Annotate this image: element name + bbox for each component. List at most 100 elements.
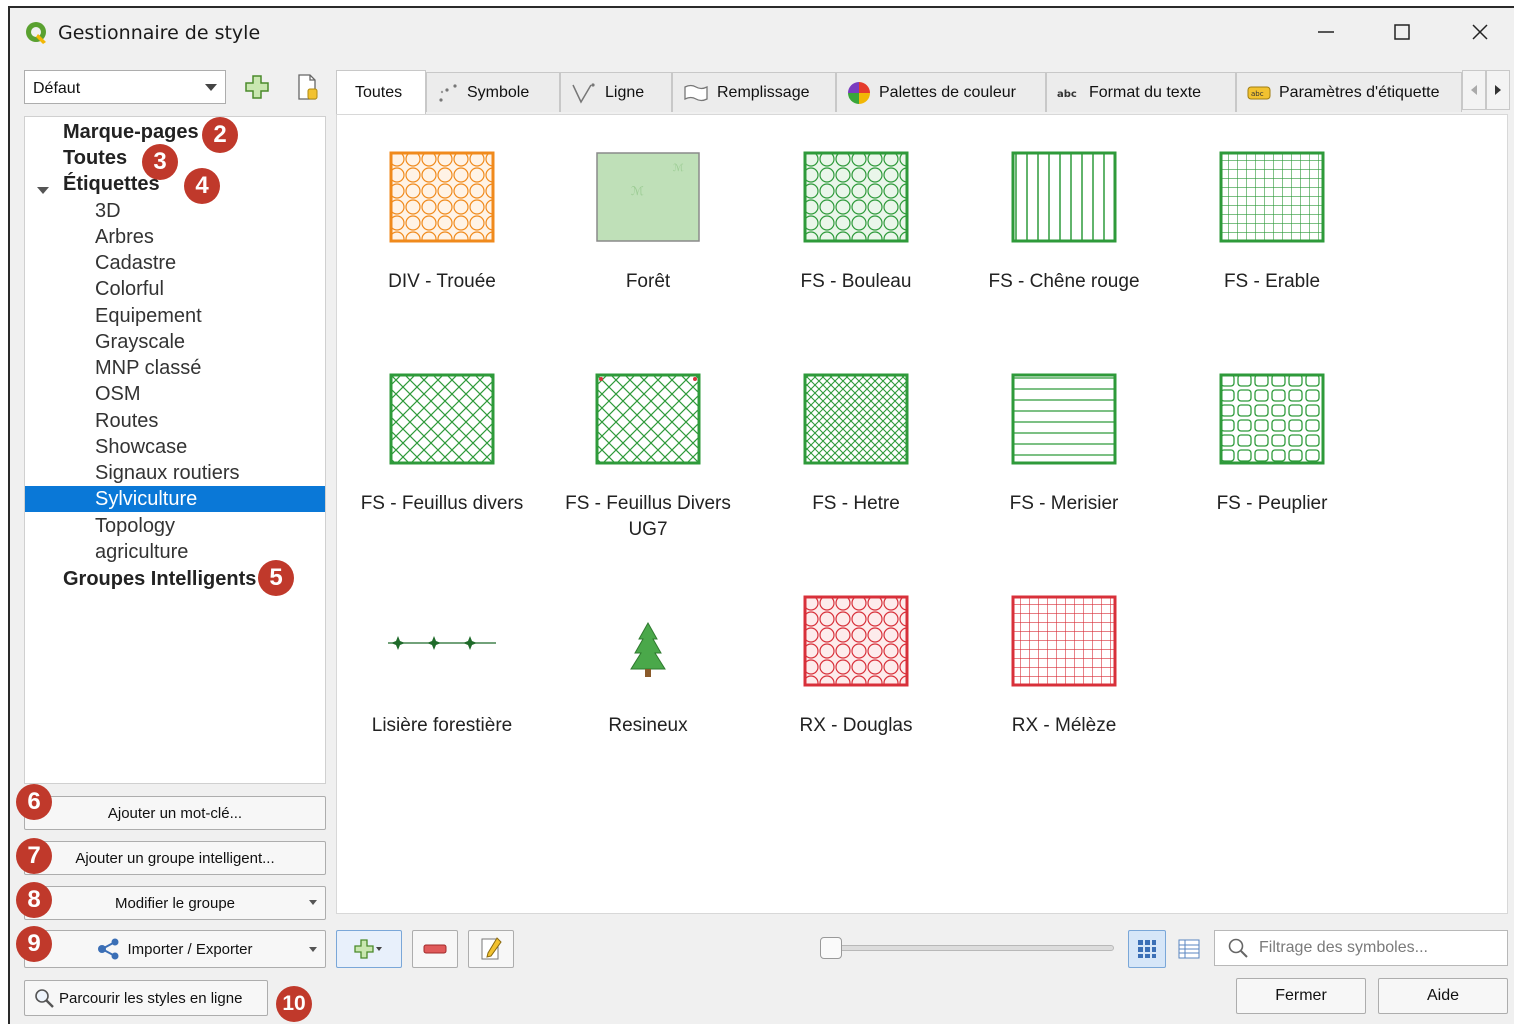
- symbol-item[interactable]: FS - Feuillus divers: [339, 373, 545, 517]
- symbol-item[interactable]: Resineux: [545, 595, 751, 739]
- close-button[interactable]: [1460, 14, 1500, 50]
- symbol-item[interactable]: RX - Mélèze: [961, 595, 1167, 739]
- edit-symbol-button[interactable]: [468, 930, 514, 968]
- symbol-name: RX - Mélèze: [1011, 715, 1117, 736]
- annotation-badge: 4: [184, 168, 220, 204]
- list-view-button[interactable]: [1170, 930, 1208, 968]
- tab-scroll-left-button[interactable]: [1462, 70, 1486, 110]
- symbol-item[interactable]: DIV - Trouée: [339, 151, 545, 295]
- minimize-icon: [1318, 31, 1334, 33]
- annotation-badge: 3: [142, 144, 178, 180]
- tab-label-settings[interactable]: abc Paramètres d'étiquette: [1236, 72, 1462, 112]
- icon-size-slider-handle[interactable]: [820, 937, 842, 959]
- tree-item-tag[interactable]: OSM: [95, 383, 141, 406]
- tab-text-format[interactable]: abc Format du texte: [1046, 72, 1236, 112]
- add-library-icon[interactable]: [242, 72, 272, 102]
- tree-item-tag[interactable]: 3D: [95, 200, 121, 223]
- dropdown-arrow-icon: [309, 900, 317, 905]
- tab-label: Remplissage: [717, 83, 810, 101]
- remove-symbol-button[interactable]: [412, 930, 458, 968]
- tab-fill[interactable]: Remplissage: [672, 72, 836, 112]
- tree-item-tag[interactable]: MNP classé: [95, 357, 201, 380]
- grid-view-icon: [1138, 940, 1156, 958]
- maximize-button[interactable]: [1382, 14, 1422, 50]
- annotation-badge: 6: [16, 784, 52, 820]
- search-icon: [1228, 938, 1248, 958]
- symbol-name: FS - Peuplier: [1216, 493, 1328, 514]
- add-smart-group-button[interactable]: Ajouter un groupe intelligent...: [24, 841, 326, 875]
- modify-group-label: Modifier le groupe: [114, 894, 236, 912]
- tab-symbol[interactable]: Symbole: [426, 72, 560, 112]
- symbol-item[interactable]: RX - Douglas: [753, 595, 959, 739]
- text-format-icon: abc: [1057, 89, 1077, 100]
- symbol-type-tabs: Toutes Symbole Ligne Remplissage Palette…: [336, 70, 1484, 114]
- symbol-item[interactable]: FS - Chêne rouge: [961, 151, 1167, 295]
- tree-item-tag[interactable]: Showcase: [95, 436, 187, 459]
- symbol-item[interactable]: FS - Hetre: [753, 373, 959, 517]
- tree-item-tag[interactable]: Grayscale: [95, 331, 185, 354]
- symbol-preview-horizontal-lines: [1011, 373, 1117, 465]
- add-smart-group-label: Ajouter un groupe intelligent...: [75, 849, 275, 867]
- tree-item-smart-groups[interactable]: Groupes Intelligents: [63, 568, 256, 591]
- browse-online-button[interactable]: Parcourir les styles en ligne: [24, 980, 268, 1016]
- symbol-item[interactable]: FS - Feuillus Divers UG7: [545, 373, 751, 543]
- tree-item-tag[interactable]: Topology: [95, 515, 175, 538]
- magnifier-icon: [35, 989, 54, 1008]
- symbol-name: FS - Feuillus Divers UG7: [565, 493, 731, 540]
- library-select[interactable]: Défaut: [24, 70, 226, 104]
- help-button[interactable]: Aide: [1378, 978, 1508, 1014]
- symbol-name: DIV - Trouée: [388, 271, 496, 292]
- symbol-item[interactable]: FS - Bouleau: [753, 151, 959, 295]
- tab-all[interactable]: Toutes: [336, 70, 426, 114]
- tree-item-tag[interactable]: Arbres: [95, 226, 154, 249]
- browse-online-label: Parcourir les styles en ligne: [59, 989, 243, 1007]
- symbol-grid: DIV - Trouée ℳ ℳ Forêt FS - Bouleau FS -…: [336, 114, 1508, 914]
- tab-scroll-right-button[interactable]: [1486, 70, 1510, 110]
- window-title: Gestionnaire de style: [58, 22, 261, 44]
- symbol-name: Forêt: [625, 271, 671, 292]
- tree-item-all[interactable]: Toutes: [63, 147, 127, 170]
- tab-label: Symbole: [467, 83, 530, 101]
- tree-item-tag[interactable]: Cadastre: [95, 252, 176, 275]
- tree-item-tag[interactable]: agriculture: [95, 541, 188, 564]
- tree-item-tag[interactable]: Colorful: [95, 278, 164, 301]
- icon-view-button[interactable]: [1128, 930, 1166, 968]
- minimize-button[interactable]: [1306, 14, 1346, 50]
- close-dialog-button[interactable]: Fermer: [1236, 978, 1366, 1014]
- symbol-preview-crosshatch-ug7: [595, 373, 701, 465]
- symbol-filter-field: [1214, 930, 1508, 966]
- close-dialog-label: Fermer: [1275, 987, 1327, 1004]
- symbol-item[interactable]: FS - Peuplier: [1169, 373, 1375, 517]
- expand-arrow-icon[interactable]: [37, 187, 49, 194]
- close-icon: [1472, 24, 1488, 40]
- tab-color-ramps[interactable]: Palettes de couleur: [836, 72, 1046, 112]
- tab-label: Palettes de couleur: [879, 83, 1016, 101]
- tree-item-tag[interactable]: Signaux routiers: [95, 462, 240, 485]
- symbol-item[interactable]: FS - Erable: [1169, 151, 1375, 295]
- symbol-filter-input[interactable]: [1259, 931, 1499, 965]
- svg-text:ℳ: ℳ: [673, 163, 684, 174]
- tab-line[interactable]: Ligne: [560, 72, 672, 112]
- symbol-item[interactable]: Lisière forestière: [339, 595, 545, 739]
- symbol-item[interactable]: FS - Merisier: [961, 373, 1167, 517]
- style-manager-window: Gestionnaire de style Défaut Marque-page…: [8, 6, 1514, 1024]
- dropdown-arrow-icon: [309, 947, 317, 952]
- tree-item-bookmarks[interactable]: Marque-pages: [63, 121, 199, 144]
- new-database-icon[interactable]: [292, 72, 322, 102]
- tab-label: Toutes: [355, 83, 403, 101]
- add-keyword-button[interactable]: Ajouter un mot-clé...: [24, 796, 326, 830]
- help-label: Aide: [1426, 987, 1460, 1004]
- tree-item-tag[interactable]: Routes: [95, 410, 158, 433]
- tree-item-tag-selected[interactable]: Sylviculture: [95, 488, 197, 511]
- add-symbol-button[interactable]: [336, 930, 402, 968]
- symbol-item[interactable]: ℳ ℳ Forêt: [545, 151, 751, 295]
- modify-group-button[interactable]: Modifier le groupe: [24, 886, 326, 920]
- fill-icon: [684, 84, 708, 101]
- icon-size-slider-track[interactable]: [830, 945, 1114, 951]
- tree-item-tags[interactable]: Étiquettes: [63, 173, 160, 196]
- share-icon: [98, 938, 119, 960]
- tree-item-tag[interactable]: Equipement: [95, 305, 202, 328]
- import-export-button[interactable]: Importer / Exporter: [24, 930, 326, 968]
- import-export-label: Importer / Exporter: [127, 940, 253, 958]
- tab-label: Format du texte: [1089, 83, 1202, 101]
